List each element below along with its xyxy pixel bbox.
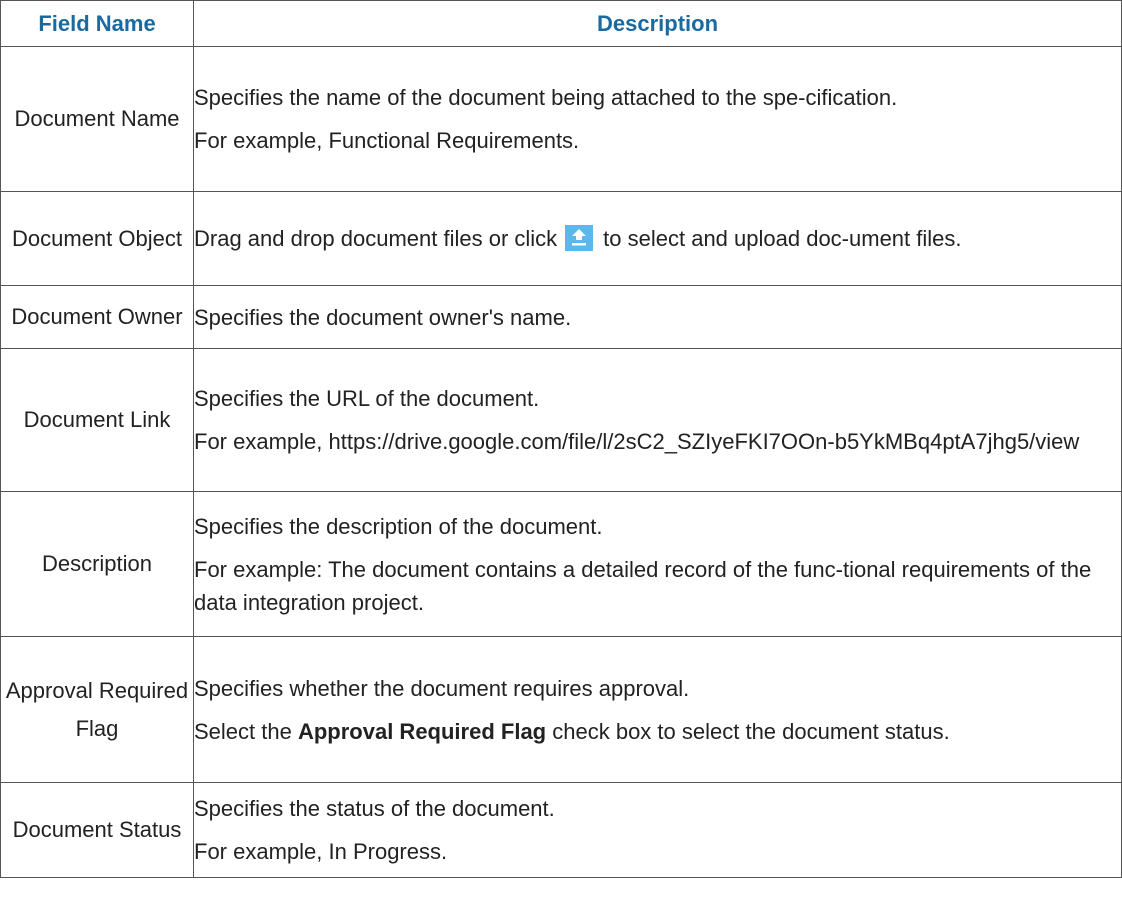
select-prefix: Select the bbox=[194, 718, 292, 744]
table-row: Document Link Specifies the URL of the d… bbox=[0, 348, 1122, 492]
description-cell: Specifies the URL of the document. For e… bbox=[193, 348, 1122, 492]
description-header: Description bbox=[193, 0, 1122, 47]
description-cell: Specifies the document owner's name. bbox=[193, 285, 1122, 349]
description-cell: Specifies the description of the documen… bbox=[193, 491, 1122, 637]
field-name-cell: Approval Required Flag bbox=[0, 636, 194, 783]
description-line: For example: The document contains a det… bbox=[194, 556, 1092, 615]
table-row: Document Object Drag and drop document f… bbox=[0, 191, 1122, 286]
upload-icon bbox=[565, 225, 594, 251]
table-row: Document Status Specifies the status of … bbox=[0, 782, 1122, 878]
field-name-cell: Document Status bbox=[0, 782, 194, 878]
description-line: Specifies the URL of the document. bbox=[194, 386, 540, 411]
description-line: For example, In Progress. bbox=[194, 839, 448, 864]
text-before-icon: Drag and drop document files or click bbox=[194, 226, 558, 251]
text-after-icon: to select and upload doc-ument files. bbox=[603, 226, 962, 251]
table-row: Document Name Specifies the name of the … bbox=[0, 46, 1122, 192]
description-line: Drag and drop document files or click to … bbox=[194, 222, 1115, 255]
field-description-table: Field Name Description Document Name Spe… bbox=[0, 0, 1122, 878]
field-name-cell: Document Owner bbox=[0, 285, 194, 349]
description-line: For example, https://drive.google.com/fi… bbox=[194, 429, 1080, 454]
field-name-cell: Document Name bbox=[0, 46, 194, 192]
field-name-header: Field Name bbox=[0, 0, 194, 47]
description-cell: Specifies the name of the document being… bbox=[193, 46, 1122, 192]
description-line: Specifies the name of the document being… bbox=[194, 85, 898, 110]
description-line: Specifies the document owner's name. bbox=[194, 304, 572, 330]
description-cell: Specifies the status of the document. Fo… bbox=[193, 782, 1122, 878]
description-cell: Specifies whether the document requires … bbox=[193, 636, 1122, 783]
description-line: Specifies the status of the document. bbox=[194, 796, 555, 821]
field-name-cell: Description bbox=[0, 491, 194, 637]
field-name-cell: Document Link bbox=[0, 348, 194, 492]
field-name-cell: Document Object bbox=[0, 191, 194, 286]
table-row: Description Specifies the description of… bbox=[0, 491, 1122, 637]
header-row: Field Name Description bbox=[0, 0, 1122, 47]
description-line: Specifies whether the document requires … bbox=[194, 675, 690, 701]
description-line: Select the Approval Required Flag check … bbox=[194, 715, 1115, 748]
description-cell: Drag and drop document files or click to … bbox=[193, 191, 1122, 286]
table-row: Approval Required Flag Specifies whether… bbox=[0, 636, 1122, 783]
approval-flag-term: Approval Required Flag bbox=[297, 718, 547, 744]
table-row: Document Owner Specifies the document ow… bbox=[0, 285, 1122, 349]
description-line: For example, Functional Requirements. bbox=[194, 128, 580, 153]
description-line: Specifies the description of the documen… bbox=[194, 513, 603, 539]
select-suffix: check box to select the document status. bbox=[552, 718, 950, 744]
